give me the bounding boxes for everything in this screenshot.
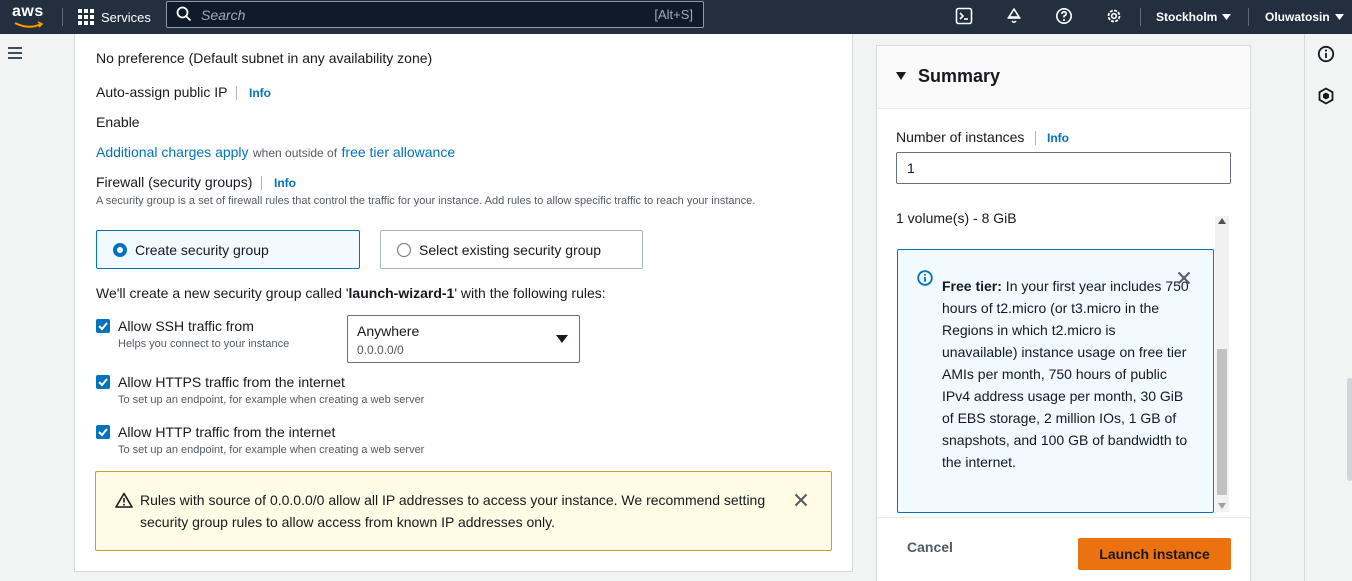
launch-instance-button[interactable]: Launch instance: [1078, 538, 1231, 570]
caret-down-icon: [1222, 14, 1232, 20]
menu-icon[interactable]: [8, 47, 22, 59]
search-placeholder: Search: [201, 7, 246, 23]
auto-assign-info-link[interactable]: Info: [249, 86, 271, 100]
left-rail: [0, 34, 34, 581]
nav-divider: [62, 8, 63, 26]
hexagon-tools-icon[interactable]: [1317, 87, 1335, 105]
caret-down-icon: [556, 335, 568, 343]
auto-assign-ip-value: Enable: [96, 114, 140, 130]
account-menu[interactable]: Oluwatosin: [1265, 0, 1344, 34]
aws-smile-icon: [14, 21, 44, 28]
services-menu-button[interactable]: Services: [78, 0, 151, 34]
checkmark-icon: [98, 428, 108, 437]
checkmark-icon: [98, 378, 108, 387]
instances-input-value: 1: [907, 160, 915, 176]
aws-logo-text: aws: [12, 3, 44, 20]
create-group-note: We'll create a new security group called…: [96, 285, 606, 301]
search-icon: [176, 6, 192, 22]
allow-https-help: To set up an endpoint, for example when …: [118, 394, 425, 406]
note-suffix: ' with the following rules:: [454, 285, 606, 301]
nav-divider: [1248, 8, 1249, 26]
aws-logo[interactable]: aws: [12, 3, 48, 29]
select-existing-security-group-option[interactable]: Select existing security group: [380, 230, 643, 269]
top-navigation-bar: aws Services Search [Alt+S] Stockholm Ol…: [0, 0, 1352, 34]
free-tier-text: Free tier: In your first year includes 7…: [942, 275, 1192, 473]
volumes-summary: 1 volume(s) - 8 GiB: [896, 210, 1017, 226]
summary-scrollbar[interactable]: [1215, 216, 1229, 512]
allow-ssh-label: Allow SSH traffic from: [118, 318, 254, 334]
allow-ssh-checkbox[interactable]: [96, 319, 110, 333]
allow-ssh-help: Helps you connect to your instance: [118, 338, 290, 350]
radio-selected-icon: [113, 243, 127, 257]
instances-label: Number of instances: [896, 129, 1025, 145]
security-group-name: launch-wizard-1: [348, 285, 455, 301]
close-icon[interactable]: [794, 493, 808, 507]
firewall-description: A security group is a set of firewall ru…: [96, 195, 756, 207]
create-security-group-option[interactable]: Create security group: [96, 230, 360, 269]
checkmark-icon: [98, 322, 108, 331]
instances-info-link[interactable]: Info: [1047, 131, 1069, 145]
region-label: Stockholm: [1156, 10, 1218, 24]
free-tier-alert: Free tier: In your first year includes 7…: [897, 249, 1214, 513]
warning-icon: [115, 492, 133, 508]
user-name: Oluwatosin: [1265, 10, 1330, 24]
bell-icon[interactable]: [1002, 4, 1026, 28]
help-icon[interactable]: [1052, 4, 1076, 28]
instances-input[interactable]: 1: [896, 152, 1231, 184]
radio-unselected-icon: [397, 243, 411, 257]
gear-icon[interactable]: [1102, 4, 1126, 28]
search-input[interactable]: Search [Alt+S]: [166, 1, 704, 28]
free-tier-title: Free tier:: [942, 278, 1002, 294]
scroll-down-icon[interactable]: [1218, 503, 1226, 509]
summary-title: Summary: [918, 66, 1001, 86]
create-security-group-label: Create security group: [135, 242, 269, 258]
right-rail: [1304, 34, 1352, 581]
firewall-info-link[interactable]: Info: [274, 176, 296, 190]
services-grid-icon: [78, 9, 94, 25]
allow-https-label: Allow HTTPS traffic from the internet: [118, 374, 345, 390]
nav-divider: [1140, 8, 1141, 26]
cancel-button[interactable]: Cancel: [907, 539, 953, 555]
charges-middle-text: when outside of: [253, 146, 338, 160]
info-panel-icon[interactable]: [1317, 45, 1335, 63]
search-shortcut: [Alt+S]: [654, 7, 693, 22]
collapse-caret-icon: [896, 72, 906, 80]
page-scrollbar-thumb[interactable]: [1347, 378, 1352, 481]
auto-assign-ip-label: Auto-assign public IP: [96, 84, 228, 100]
ssh-source-value: Anywhere: [357, 323, 420, 339]
charges-note: Additional charges apply when outside of…: [96, 144, 455, 162]
firewall-label: Firewall (security groups): [96, 174, 253, 190]
summary-panel: Summary Number of instances Info 1 1 vol…: [876, 45, 1251, 581]
region-selector[interactable]: Stockholm: [1156, 0, 1232, 34]
note-prefix: We'll create a new security group called…: [96, 285, 349, 301]
allow-https-checkbox[interactable]: [96, 375, 110, 389]
ssh-source-select[interactable]: Anywhere 0.0.0.0/0: [347, 315, 580, 363]
close-icon[interactable]: [1177, 271, 1191, 285]
scroll-up-icon[interactable]: [1218, 218, 1226, 224]
divider: [261, 176, 262, 190]
scrollbar-thumb[interactable]: [1217, 349, 1227, 495]
additional-charges-link[interactable]: Additional charges apply: [96, 144, 249, 160]
warning-text: Rules with source of 0.0.0.0/0 allow all…: [140, 492, 766, 530]
summary-header[interactable]: Summary: [877, 46, 1250, 109]
services-label: Services: [101, 9, 151, 25]
summary-actions: Cancel Launch instance: [877, 517, 1250, 581]
allow-http-checkbox[interactable]: [96, 425, 110, 439]
cloudshell-icon[interactable]: [952, 4, 976, 28]
info-icon: [917, 270, 933, 286]
subnet-value: No preference (Default subnet in any ava…: [96, 50, 433, 66]
select-existing-label: Select existing security group: [419, 242, 602, 258]
allow-http-label: Allow HTTP traffic from the internet: [118, 424, 336, 440]
free-tier-allowance-link[interactable]: free tier allowance: [342, 144, 456, 160]
divider: [236, 86, 237, 100]
free-tier-body: In your first year includes 750 hours of…: [942, 278, 1189, 470]
divider: [1035, 131, 1036, 145]
allow-http-help: To set up an endpoint, for example when …: [118, 444, 425, 456]
ssh-source-cidr: 0.0.0.0/0: [357, 343, 404, 357]
caret-down-icon: [1334, 14, 1344, 20]
open-access-warning: Rules with source of 0.0.0.0/0 allow all…: [95, 471, 832, 551]
